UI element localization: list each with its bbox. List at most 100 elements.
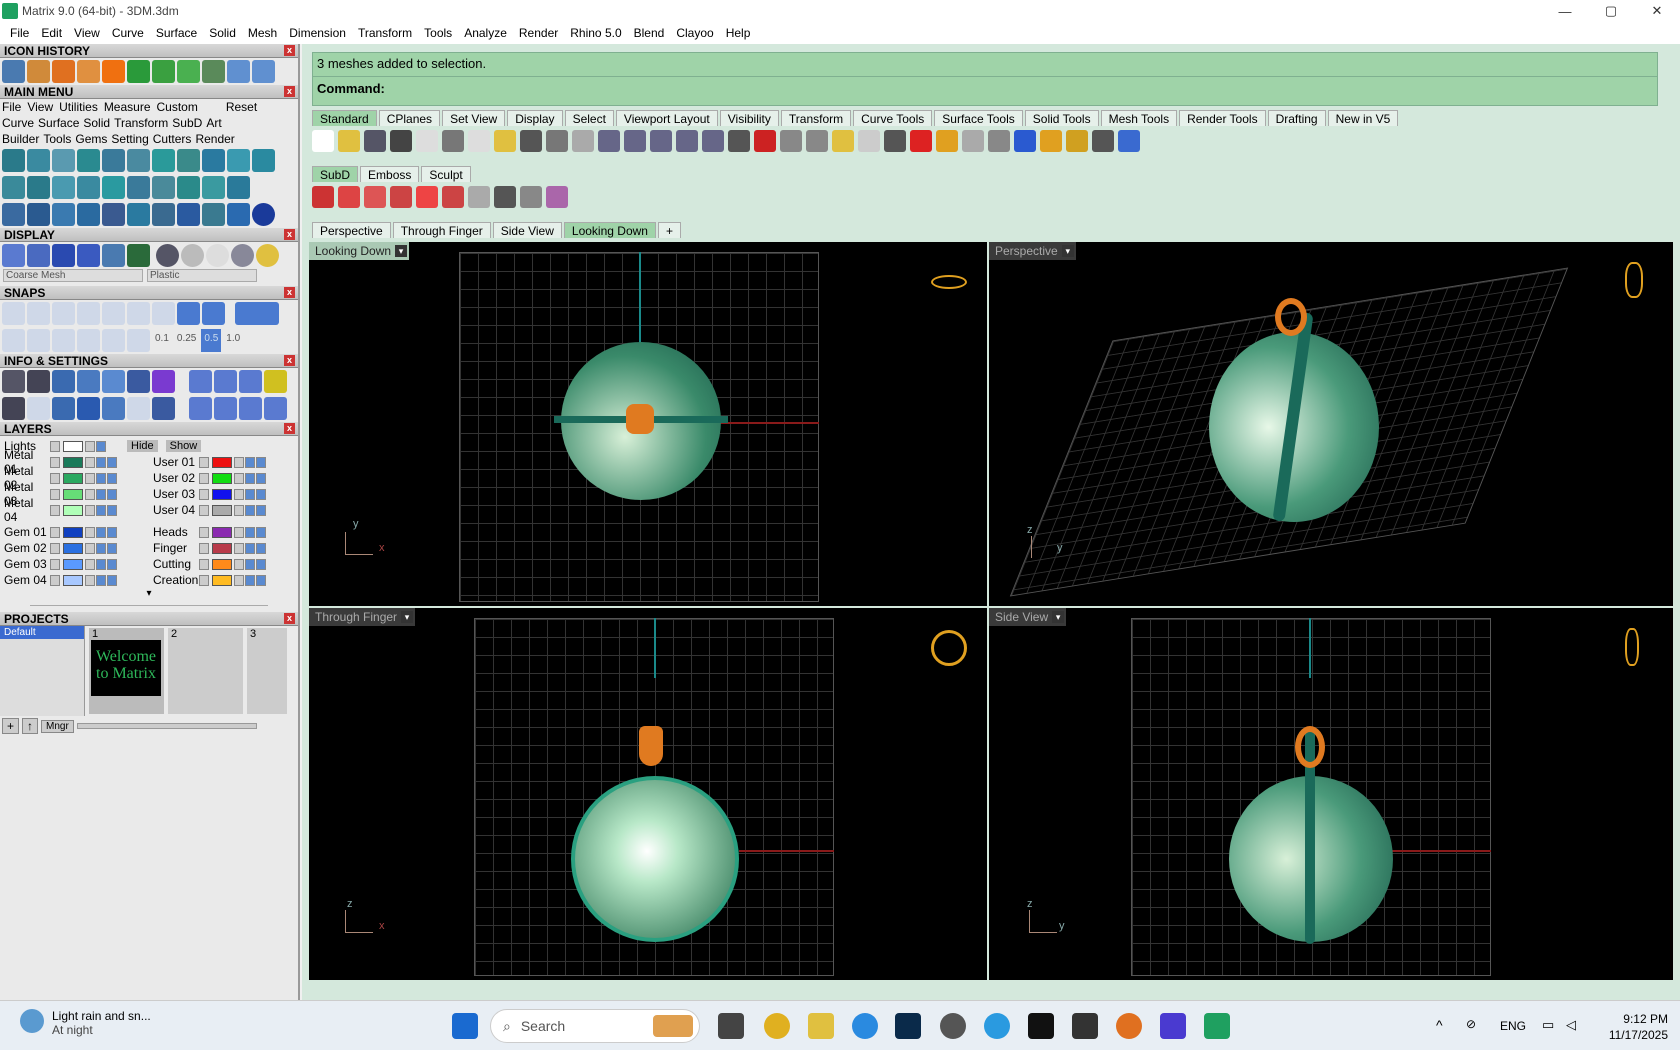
network-off-icon[interactable]: ⊘	[1466, 1017, 1476, 1031]
tab-solid-tools[interactable]: Solid Tools	[1024, 110, 1099, 126]
tool-icon[interactable]	[177, 203, 200, 226]
toolbar-tool-icon[interactable]	[650, 130, 672, 152]
layer-color-swatch[interactable]	[212, 472, 232, 484]
chrome-icon[interactable]	[764, 1013, 790, 1039]
tab-transform[interactable]: Transform	[780, 110, 852, 126]
expand-icon[interactable]	[50, 574, 60, 586]
menu-help[interactable]: Help	[720, 26, 757, 40]
lock-icon[interactable]	[85, 526, 95, 538]
chevron-up-icon[interactable]: ^	[1436, 1017, 1443, 1033]
menu-tools[interactable]: Tools	[418, 26, 458, 40]
tool-icon[interactable]	[77, 203, 100, 226]
render-icon[interactable]	[107, 488, 117, 500]
snap-value-10[interactable]: 1.0	[223, 329, 243, 352]
lock-icon[interactable]	[85, 542, 95, 554]
layer-row[interactable]: User 01	[149, 454, 298, 470]
minimize-button[interactable]: —	[1542, 0, 1588, 22]
show-button[interactable]: Show	[165, 440, 202, 452]
sphere-icon[interactable]	[102, 60, 125, 83]
redo-icon[interactable]	[177, 60, 200, 83]
info-tool-icon[interactable]	[152, 397, 175, 420]
menu-edit[interactable]: Edit	[35, 26, 68, 40]
info-tool-icon[interactable]	[214, 397, 237, 420]
matrix-app-taskbar-icon[interactable]	[1204, 1013, 1230, 1039]
mm-art[interactable]: Art	[206, 116, 221, 130]
tool-icon[interactable]	[2, 149, 25, 172]
expand-icon[interactable]	[50, 456, 60, 468]
volume-icon[interactable]	[77, 370, 100, 393]
visible-icon[interactable]	[245, 558, 255, 570]
task-view-icon[interactable]	[718, 1013, 744, 1039]
expand-icon[interactable]	[50, 440, 60, 452]
layer-row[interactable]: User 03	[149, 486, 298, 502]
menu-mesh[interactable]: Mesh	[242, 26, 283, 40]
tab-set-view[interactable]: Set View	[442, 110, 506, 126]
gem-report-icon[interactable]	[152, 370, 175, 393]
menu-transform[interactable]: Transform	[352, 26, 418, 40]
lock-icon[interactable]	[85, 504, 95, 516]
render-icon[interactable]	[107, 558, 117, 570]
toolbar-tool-icon[interactable]	[728, 130, 750, 152]
close-icon[interactable]: x	[284, 355, 295, 366]
mm-utilities[interactable]: Utilities	[59, 100, 98, 114]
visible-icon[interactable]	[96, 574, 106, 586]
subd-tool-icon[interactable]	[546, 186, 568, 208]
close-icon[interactable]: x	[284, 423, 295, 434]
toolbar-tool-icon[interactable]	[598, 130, 620, 152]
info-tool-icon[interactable]	[189, 397, 212, 420]
bail-loop[interactable]	[626, 404, 654, 434]
toolbar-tool-icon[interactable]	[624, 130, 646, 152]
volume-icon[interactable]: ◁	[1566, 1017, 1576, 1033]
add-tab-button[interactable]: +	[657, 222, 681, 238]
viewport-perspective[interactable]: Perspective ▾ z y	[989, 242, 1673, 606]
photoshop-icon[interactable]	[895, 1013, 921, 1039]
menu-blend[interactable]: Blend	[628, 26, 671, 40]
toolbar-tool-icon[interactable]	[1040, 130, 1062, 152]
tool-icon[interactable]	[2, 203, 25, 226]
telegram-icon[interactable]	[984, 1013, 1010, 1039]
tab-mesh-tools[interactable]: Mesh Tools	[1100, 110, 1178, 126]
viewport-looking-down[interactable]: Looking Down ▾ y x	[309, 242, 987, 606]
tool-icon[interactable]	[177, 149, 200, 172]
tool-icon[interactable]	[227, 203, 250, 226]
layer-color-swatch[interactable]	[212, 574, 232, 586]
tab-curve-tools[interactable]: Curve Tools	[853, 110, 933, 126]
settings-icon[interactable]	[2, 370, 25, 393]
info-tool-icon[interactable]	[127, 397, 150, 420]
project-default[interactable]: Default	[0, 626, 84, 639]
render-icon[interactable]	[256, 488, 266, 500]
maximize-button[interactable]: ▢	[1588, 0, 1634, 22]
layer-row[interactable]: Gem 02	[0, 540, 149, 556]
planar-icon[interactable]	[52, 329, 75, 352]
mm-curve[interactable]: Curve	[2, 116, 34, 130]
up-project-button[interactable]: ↑	[22, 718, 39, 734]
layer-color-swatch[interactable]	[212, 558, 232, 570]
ghosted-icon[interactable]	[77, 244, 100, 267]
layer-color-swatch[interactable]	[63, 526, 83, 538]
info-tool-icon[interactable]	[264, 370, 287, 393]
toolbar-tool-icon[interactable]	[1118, 130, 1140, 152]
bail-loop[interactable]	[1295, 726, 1325, 768]
info-tool-icon[interactable]	[189, 370, 212, 393]
dropdown-icon[interactable]: ▾	[401, 611, 414, 623]
tab-display[interactable]: Display	[507, 110, 563, 126]
expand-icon[interactable]	[199, 456, 209, 468]
hide-button[interactable]: Hide	[127, 440, 158, 452]
snap-quad-icon[interactable]	[202, 302, 225, 325]
visible-icon[interactable]	[96, 526, 106, 538]
visible-icon[interactable]	[245, 526, 255, 538]
subd-tool-icon[interactable]	[364, 186, 386, 208]
display-icon[interactable]: ▭	[1542, 1017, 1554, 1033]
menu-rhino5[interactable]: Rhino 5.0	[564, 26, 627, 40]
close-icon[interactable]: x	[284, 45, 295, 56]
snap-end-icon[interactable]	[2, 302, 25, 325]
subd-tool-icon[interactable]	[312, 186, 334, 208]
mm-measure[interactable]: Measure	[104, 100, 151, 114]
toolbar-tool-icon[interactable]	[780, 130, 802, 152]
menu-surface[interactable]: Surface	[150, 26, 203, 40]
snap-int-icon[interactable]	[127, 302, 150, 325]
layer-color-swatch[interactable]	[63, 472, 83, 484]
menu-analyze[interactable]: Analyze	[458, 26, 513, 40]
lock-icon[interactable]	[85, 488, 95, 500]
layer-row[interactable]: User 04	[149, 502, 298, 518]
